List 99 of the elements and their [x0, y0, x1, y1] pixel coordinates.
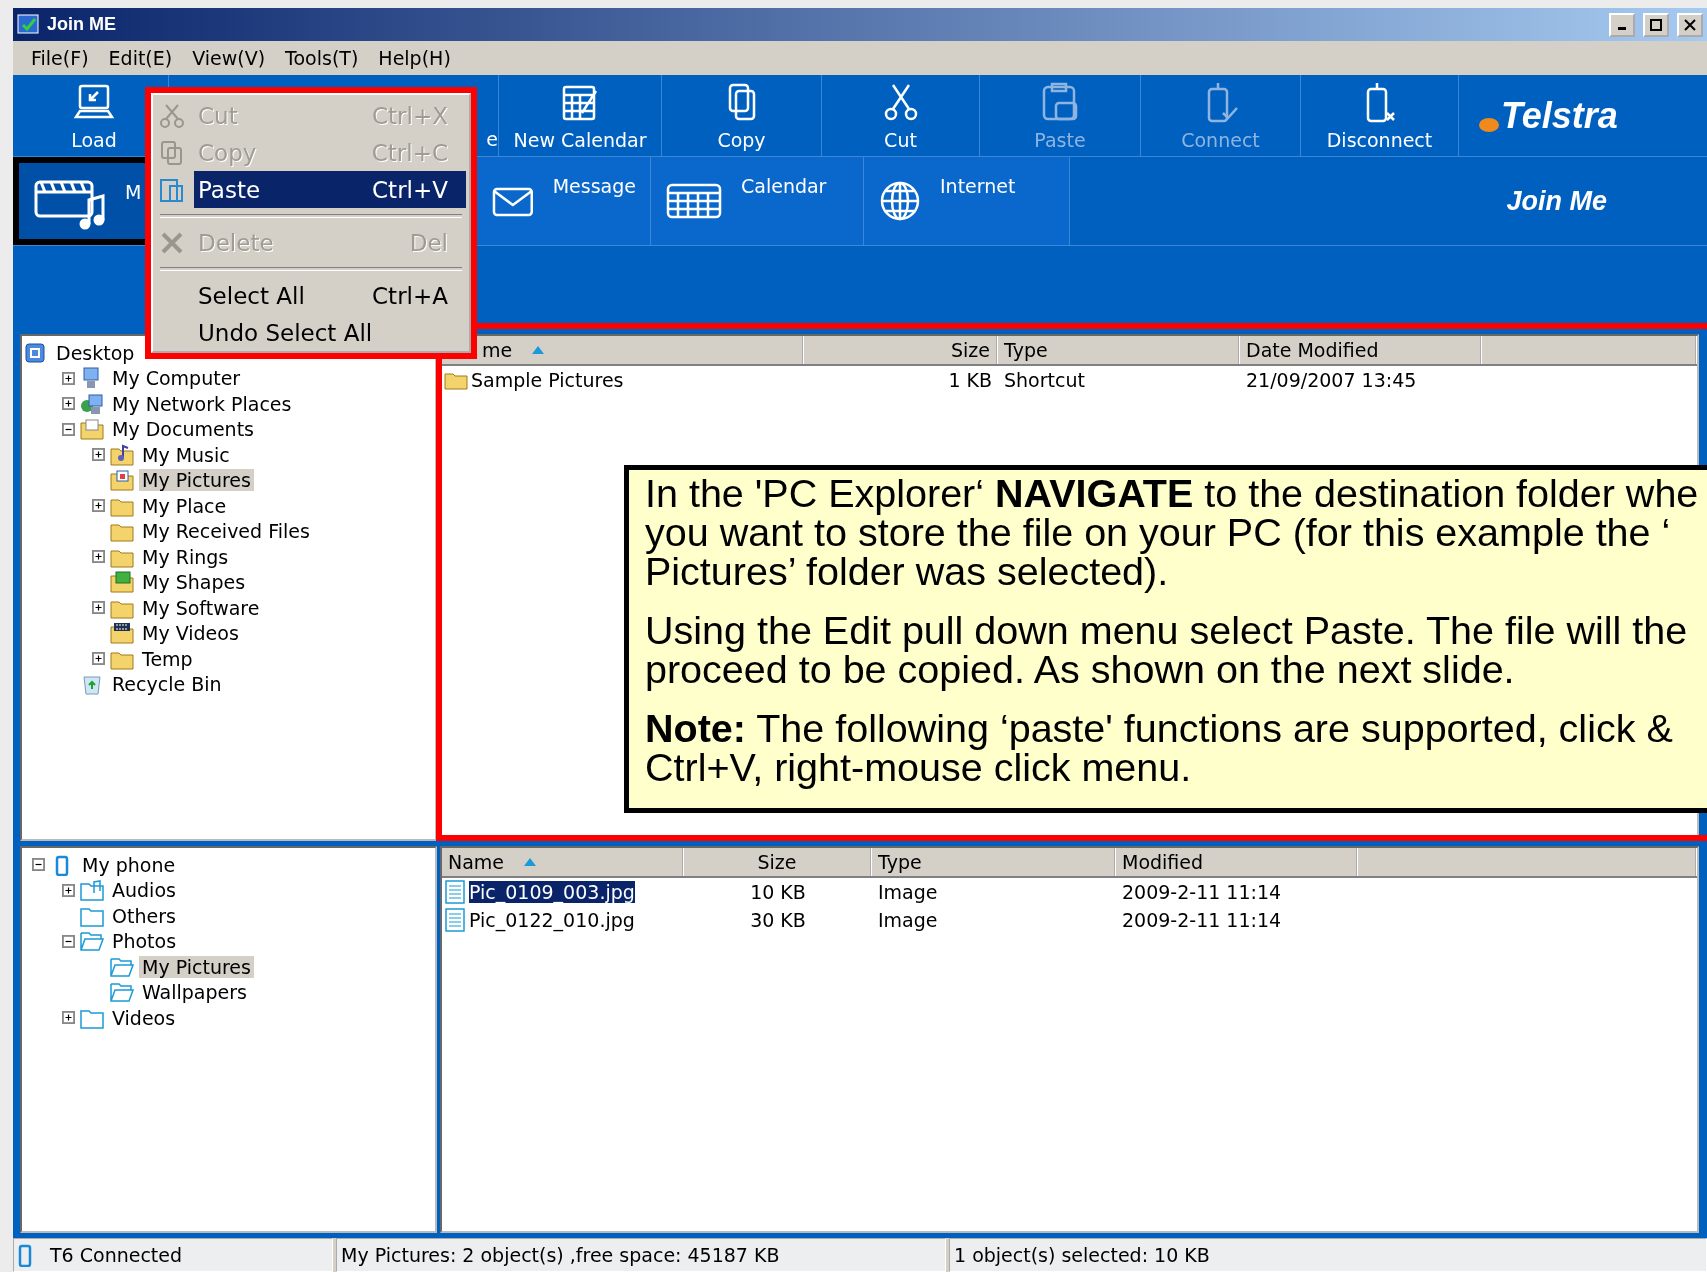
tree-item[interactable]: Temp — [139, 647, 196, 670]
collapse-icon[interactable] — [32, 858, 45, 872]
tree-item[interactable]: Recycle Bin — [109, 673, 225, 696]
table-cell-text: 2009-2-11 11:14 — [1121, 909, 1283, 931]
documents-folder-icon — [80, 418, 104, 441]
expand-icon[interactable] — [92, 499, 105, 513]
table-cell-text: Image — [877, 909, 939, 931]
column-header[interactable]: Size — [684, 848, 872, 876]
table-cell-text: 30 KB — [749, 909, 807, 931]
menu-item[interactable]: Paste Ctrl+V — [194, 171, 466, 208]
tree-item[interactable]: My Place — [139, 494, 230, 517]
folder-icon — [444, 370, 468, 390]
tree-item[interactable]: Wallpapers — [139, 981, 250, 1004]
close-icon — [1684, 18, 1696, 31]
expand-icon[interactable] — [62, 371, 75, 385]
menu-item[interactable]: Tools(T) — [275, 47, 369, 69]
recycle-bin-icon — [80, 673, 104, 696]
toolbar-button[interactable]: Internet — [864, 157, 1070, 245]
document-icon — [444, 908, 466, 932]
table-cell-text: 21/09/2007 13:45 — [1245, 369, 1418, 391]
tree-item[interactable]: My Rings — [139, 545, 232, 568]
tree-item[interactable]: Desktop — [53, 341, 138, 364]
tree-item[interactable]: My phone — [79, 853, 179, 876]
callout-paragraph: Note: The following ‘paste' functions are supported, click & Ctrl+V, right-mouse click menu. — [645, 709, 1674, 787]
column-header[interactable]: Name — [442, 848, 684, 876]
tree-item[interactable]: Others — [109, 904, 179, 927]
tree-item[interactable]: Audios — [109, 879, 179, 902]
tree-item[interactable]: My Pictures — [139, 469, 254, 492]
menu-item[interactable]: View(V) — [182, 47, 276, 69]
tree-item[interactable]: Videos — [109, 1006, 179, 1029]
sort-arrow-icon — [532, 346, 545, 354]
film-folder-icon — [110, 622, 134, 645]
column-header[interactable]: Type — [998, 336, 1240, 364]
minimize-icon — [1618, 27, 1626, 30]
product-name: Join Me — [1506, 185, 1607, 217]
maximize-button[interactable] — [1643, 12, 1669, 37]
column-header[interactable]: Size — [804, 336, 998, 364]
status-text: 1 object(s) selected: 10 KB — [949, 1238, 1707, 1272]
file-name[interactable]: Pic_0109_003.jpg — [469, 881, 635, 903]
pictures-folder-icon — [110, 469, 134, 492]
toolbar-button[interactable]: Message — [477, 157, 651, 245]
close-button[interactable] — [1677, 12, 1703, 37]
collapse-icon[interactable] — [62, 934, 75, 948]
expand-icon[interactable] — [92, 448, 105, 462]
collapse-icon[interactable] — [62, 422, 75, 436]
open-folder-icon — [80, 930, 104, 953]
tree-item[interactable]: My Software — [139, 596, 263, 619]
column-header[interactable]: Type — [872, 848, 1116, 876]
tree-item[interactable]: My Pictures — [139, 955, 254, 978]
table-cell-text: 1 KB — [947, 369, 993, 391]
open-folder-icon — [110, 955, 134, 978]
window-title: Join ME — [47, 14, 117, 35]
expand-icon[interactable] — [92, 550, 105, 564]
toolbar-button[interactable]: Calendar — [651, 157, 864, 245]
status-text: My Pictures: 2 object(s) ,free space: 45187 KB — [336, 1238, 946, 1272]
tree-item[interactable]: Photos — [109, 930, 180, 953]
tree-item[interactable]: My Computer — [109, 367, 244, 390]
column-header[interactable]: Date Modified — [1240, 336, 1482, 364]
menu-item[interactable]: Select All Ctrl+A — [194, 277, 466, 314]
expand-icon[interactable] — [92, 652, 105, 666]
open-folder-icon — [110, 981, 134, 1004]
table-cell-text: 10 KB — [749, 881, 807, 903]
table-cell-text: Shortcut — [1003, 369, 1086, 391]
maximize-icon — [1650, 18, 1662, 31]
status-text: T6 Connected — [13, 1238, 333, 1272]
file-name[interactable]: Sample Pictures — [471, 369, 624, 391]
logo-swoosh-icon — [1479, 117, 1499, 132]
tree-item[interactable]: My Documents — [109, 418, 257, 441]
menu-item[interactable]: File(F) — [21, 47, 99, 69]
menu-item[interactable]: Help(H) — [368, 47, 461, 69]
music-folder-icon — [80, 879, 104, 902]
menu-item[interactable]: Edit(E) — [98, 47, 183, 69]
tree-item[interactable]: My Music — [139, 443, 233, 466]
table-cell-text: 2009-2-11 11:14 — [1121, 881, 1283, 903]
callout-paragraph: Using the Edit pull down menu select Paste. The file will the proceed to be copied. As shown on the next slide. — [645, 611, 1689, 689]
app-icon — [17, 12, 41, 37]
column-header[interactable]: Modified — [1116, 848, 1358, 876]
document-icon — [444, 880, 466, 904]
sort-arrow-icon — [524, 858, 537, 866]
callout-paragraph: In the 'PC Explorer‘ NAVIGATE to the destination folder whe you want to store the file on your PC (for this example the ‘ Pictures’ folder was selected). — [645, 474, 1700, 591]
minimize-button[interactable] — [1609, 12, 1635, 37]
expand-icon[interactable] — [62, 397, 75, 411]
globe-icon — [878, 179, 922, 223]
file-name[interactable]: Pic_0122_010.jpg — [469, 909, 635, 931]
tree-item[interactable]: My Network Places — [109, 392, 295, 415]
expand-icon[interactable] — [92, 601, 105, 615]
music-folder-icon — [110, 443, 134, 466]
tree-item[interactable]: My Videos — [139, 622, 242, 645]
brand-logo: Telstra — [1501, 94, 1618, 137]
tree-item[interactable]: My Shapes — [139, 571, 249, 594]
network-computer-icon — [80, 392, 104, 415]
phone-icon — [18, 1243, 32, 1267]
table-cell-text: Image — [877, 881, 939, 903]
expand-icon[interactable] — [62, 883, 75, 897]
tree-item[interactable]: My Received Files — [139, 520, 313, 543]
calendar-icon — [665, 181, 723, 221]
shapes-folder-icon — [110, 571, 134, 594]
expand-icon[interactable] — [62, 1011, 75, 1025]
desktop-icon — [24, 341, 48, 364]
